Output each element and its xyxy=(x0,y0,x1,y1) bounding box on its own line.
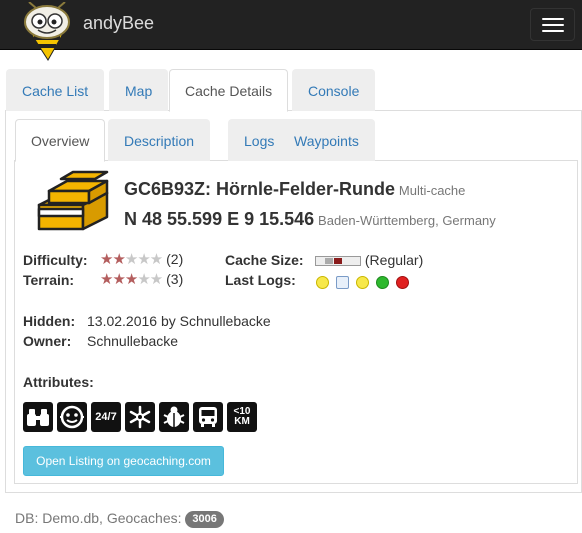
owner-value: Schnullebacke xyxy=(87,333,179,349)
no-entry-icon xyxy=(395,275,409,289)
cache-size-label: Cache Size: xyxy=(225,252,304,268)
hidden-label: Hidden: xyxy=(23,313,76,329)
tab-map[interactable]: Map xyxy=(109,69,169,111)
terrain-label: Terrain: xyxy=(23,272,75,288)
app-name[interactable]: andyBee xyxy=(83,13,154,34)
main-tabs: Cache List Map Cache Details Console xyxy=(5,69,582,112)
cache-size: (Regular) xyxy=(315,252,423,268)
navbar: andyBee xyxy=(0,0,582,61)
attribute-distance: <10 KM xyxy=(227,402,257,432)
bug-icon xyxy=(159,402,189,432)
footer-status: DB: Demo.db, Geocaches: 3006 xyxy=(15,510,224,528)
cache-location: Baden-Württemberg, Germany xyxy=(318,213,496,228)
terrain-value: (3) xyxy=(166,271,184,287)
hamburger-line xyxy=(542,24,564,26)
binoculars-icon xyxy=(23,402,53,432)
open-listing-button[interactable]: Open Listing on geocaching.com xyxy=(23,446,224,476)
attribute-24-7: 24/7 xyxy=(91,402,121,432)
multi-cache-icon xyxy=(37,170,109,231)
owner-label: Owner: xyxy=(23,333,72,349)
cache-coords: N 48 55.599 E 9 15.546 xyxy=(124,209,315,229)
cache-type: Multi-cache xyxy=(398,183,466,198)
note-icon xyxy=(335,275,349,289)
difficulty-rating: ★★★★★ (2) xyxy=(100,251,183,268)
smile-icon xyxy=(355,275,369,289)
tab-console[interactable]: Console xyxy=(292,69,376,111)
kids-icon xyxy=(57,402,87,432)
check-icon xyxy=(375,275,389,289)
difficulty-value: (2) xyxy=(166,251,184,267)
tab-cache-details[interactable]: Cache Details xyxy=(169,69,289,112)
bus-icon xyxy=(193,402,223,432)
menu-toggle-button[interactable] xyxy=(530,8,575,41)
last-logs xyxy=(316,273,412,289)
terrain-rating: ★★★★★ (3) xyxy=(100,271,183,288)
size-bar-icon xyxy=(315,256,361,266)
cache-title: GC6B93Z: Hörnle-Felder-Runde xyxy=(124,179,396,199)
geocache-count-badge: 3006 xyxy=(185,511,224,528)
tab-description[interactable]: Description xyxy=(108,119,211,161)
hamburger-line xyxy=(542,18,564,20)
attributes-label: Attributes: xyxy=(23,374,94,390)
cache-size-value: (Regular) xyxy=(364,252,424,268)
hamburger-line xyxy=(542,30,564,32)
tab-overview[interactable]: Overview xyxy=(15,119,106,162)
detail-tabs: Overview Description Logs Waypoints xyxy=(14,119,578,162)
tab-waypoints[interactable]: Waypoints xyxy=(278,119,375,161)
snowflake-icon xyxy=(125,402,155,432)
hidden-value: 13.02.2016 by Schnullebacke xyxy=(87,313,271,329)
difficulty-stars-icon: ★★★★★ xyxy=(100,251,163,268)
cache-coords-row: N 48 55.599 E 9 15.546 Baden-Württemberg… xyxy=(124,209,496,230)
cache-title-row: GC6B93Z: Hörnle-Felder-Runde Multi-cache xyxy=(124,179,465,200)
difficulty-label: Difficulty: xyxy=(23,252,88,268)
smile-icon xyxy=(316,275,329,289)
tab-cache-list[interactable]: Cache List xyxy=(6,69,105,111)
last-logs-label: Last Logs: xyxy=(225,272,296,288)
terrain-stars-icon: ★★★★★ xyxy=(100,271,163,288)
bee-logo-icon[interactable] xyxy=(14,2,80,62)
db-info: DB: Demo.db, Geocaches: xyxy=(15,510,182,526)
